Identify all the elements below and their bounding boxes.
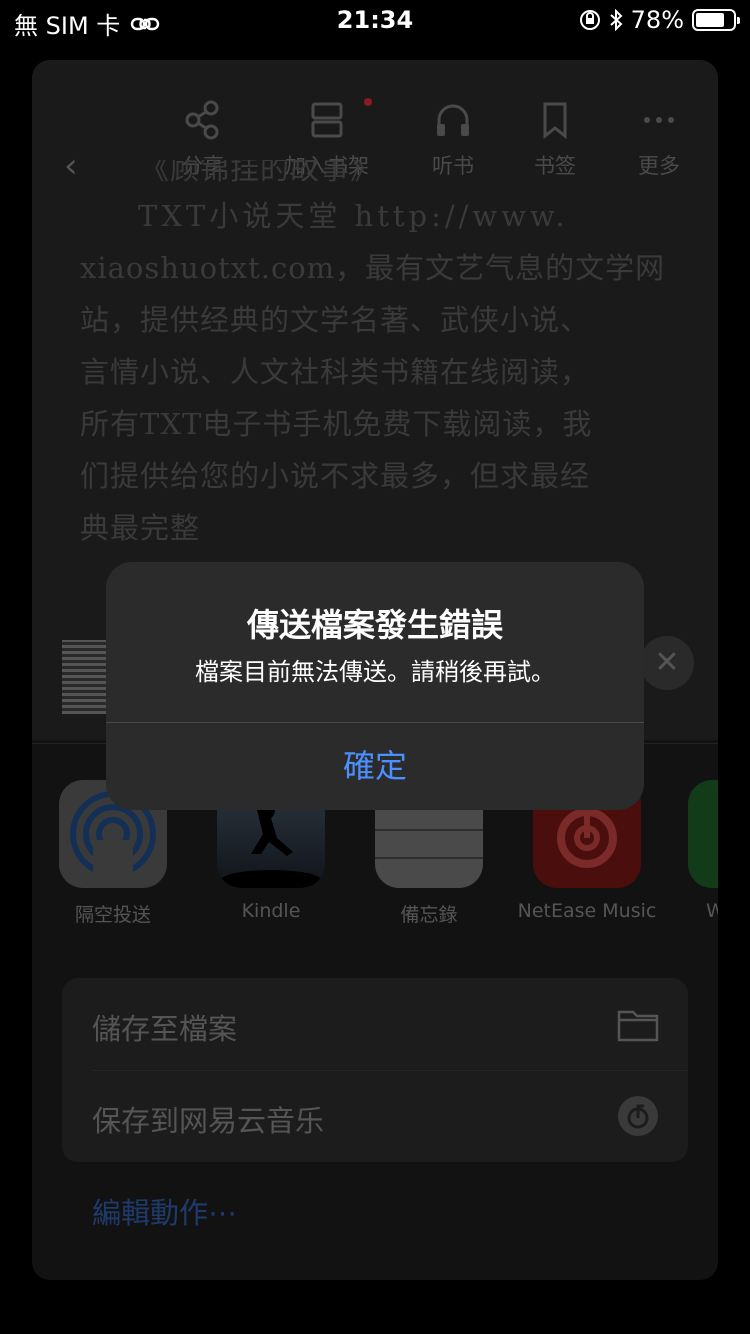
reader-line: 言情小说、人文社科类书籍在线阅读， — [80, 355, 591, 389]
back-chevron-icon[interactable]: ‹ — [64, 146, 78, 186]
more-icon — [644, 117, 674, 123]
app-wechat-label: W — [706, 900, 718, 922]
alert-message: 檔案目前無法傳送。請稍後再試。 — [195, 658, 555, 686]
bookmark-icon — [543, 102, 567, 140]
folder-icon — [617, 1010, 659, 1042]
reader-line: 们提供给您的小说不求最多，但求最经 — [80, 459, 591, 493]
reader-line: xiaoshuotxt.com，最有文艺气息的文学网 — [80, 251, 666, 285]
action-save-to-netease[interactable]: 保存到网易云音乐 — [62, 1070, 688, 1162]
battery-icon — [692, 9, 740, 31]
app-kindle-label: Kindle — [241, 900, 301, 922]
share-actions-group: 儲存至檔案 保存到网易云音乐 — [62, 978, 688, 1162]
status-bar: 無 SIM 卡 21:34 78% — [0, 0, 750, 42]
reader-line: 典最完整 — [80, 511, 201, 545]
reader-line: 《顾锦挂的故事》 — [140, 160, 381, 186]
reader-line: 所有TXT电子书手机免费下载阅读，我 — [80, 407, 593, 441]
reader-line: TXT小说天堂 http://www. — [138, 199, 569, 233]
reader-text: 《顾锦挂的故事》 TXT小说天堂 http://www. xiaoshuotxt… — [80, 160, 680, 554]
action-save-to-netease-label: 保存到网易云音乐 — [92, 1104, 325, 1138]
alert-title: 傳送檔案發生錯誤 — [246, 606, 503, 644]
action-save-to-files[interactable]: 儲存至檔案 — [62, 978, 688, 1071]
document-thumbnail — [62, 640, 106, 714]
app-wechat[interactable]: W — [668, 780, 718, 922]
edit-actions-link[interactable]: 編輯動作⋯ — [92, 1190, 237, 1232]
battery-percent: 78% — [630, 6, 684, 34]
app-airdrop-label: 隔空投送 — [74, 904, 151, 926]
app-netease-music-label: NetEase Music — [517, 900, 657, 922]
action-save-to-files-label: 儲存至檔案 — [92, 1012, 238, 1046]
status-right: 78% — [579, 6, 740, 34]
notification-dot — [364, 98, 372, 106]
netease-music-icon — [618, 1096, 658, 1136]
alert-ok-button[interactable]: 確定 — [106, 723, 644, 810]
orientation-lock-icon — [579, 10, 600, 30]
share-icon — [185, 100, 219, 140]
error-alert: 傳送檔案發生錯誤 檔案目前無法傳送。請稍後再試。 確定 — [106, 562, 644, 810]
wechat-icon — [688, 780, 718, 888]
bookshelf-add-icon — [311, 102, 343, 138]
app-notes-label: 備忘錄 — [400, 904, 458, 926]
headphones-icon — [437, 104, 469, 136]
close-share-sheet-button[interactable]: ✕ — [640, 636, 694, 690]
close-icon: ✕ — [654, 645, 680, 680]
bluetooth-icon — [609, 9, 623, 31]
battery-fill — [696, 13, 725, 27]
reader-line: 站，提供经典的文学名著、武侠小说、 — [80, 303, 591, 337]
